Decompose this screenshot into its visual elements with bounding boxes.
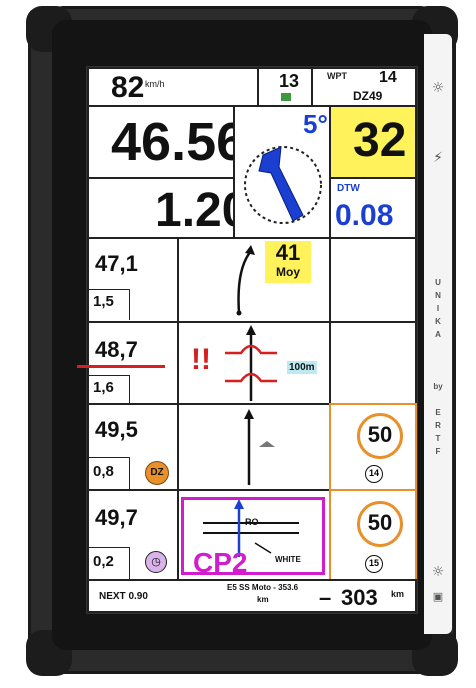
- cap-value: 32: [353, 114, 407, 167]
- checkpoint-label: CP2: [193, 547, 248, 578]
- side-button-strip: ☼ ⚡ UNIKA by ERTF ☼ ▣: [424, 34, 452, 634]
- total-distance-panel: 46.56: [87, 105, 246, 179]
- row-partial: 1,6: [93, 379, 114, 396]
- battery-icon: [281, 93, 291, 101]
- speed-limit-sign: 50: [357, 501, 403, 547]
- sun-brightness-icon[interactable]: ☼: [428, 564, 448, 584]
- cap-number: 13: [279, 71, 300, 91]
- roadbook-row-2-distance[interactable]: 48,7 1,6: [77, 321, 179, 405]
- tulip-left-curve-icon: [236, 245, 255, 316]
- waypoint-number: 14: [365, 465, 383, 483]
- waypoint-number: 15: [365, 555, 383, 573]
- roadbook-row-4-info: 50 15: [329, 489, 417, 581]
- sun-brightness-icon[interactable]: ☼: [428, 80, 448, 100]
- speed-limit-sign: 50: [357, 413, 403, 459]
- roadbook-row-4-tulip: RO CP2 WHITE: [177, 489, 331, 581]
- red-line: [77, 365, 165, 368]
- white-label: WHITE: [275, 555, 301, 564]
- stage-unit: km: [257, 595, 269, 604]
- row-partial: 0,8: [93, 463, 114, 480]
- screen-icon[interactable]: ▣: [428, 590, 448, 610]
- dash-icon: –: [319, 585, 332, 610]
- roadbook-row-3-info: 50 14: [329, 403, 417, 491]
- total-distance: 46.56: [111, 112, 247, 172]
- tulip-bumps-icon: [225, 325, 277, 401]
- row-partial: 0,2: [93, 553, 114, 570]
- remaining-distance: 303: [341, 585, 378, 610]
- dtw-panel: DTW 0.08: [329, 177, 417, 239]
- roadbook-row-1-distance[interactable]: 47,1 1,5: [87, 237, 179, 323]
- bottom-status-bar: NEXT 0.90 E5 SS Moto - 353.6 km – 303 km: [87, 579, 417, 613]
- dtw-label: DTW: [337, 183, 360, 194]
- roadbook-row-1-tulip: 41 Moy: [177, 237, 331, 323]
- next-distance[interactable]: NEXT 0.90: [99, 591, 148, 602]
- cap-panel: 32: [329, 105, 417, 179]
- roadbook-row-1-info: [329, 237, 417, 323]
- roadbook-row-2-info: [329, 321, 417, 405]
- maker-letters: ERTF: [435, 408, 441, 456]
- stage-name: E5 SS Moto - 353.6: [227, 583, 299, 592]
- ro-label: RO: [245, 517, 259, 527]
- row-km: 49,7: [95, 505, 138, 530]
- dtw-value: 0.08: [335, 199, 394, 232]
- dz-badge: DZ: [145, 461, 169, 485]
- roadbook-row-3-distance[interactable]: 49,5 0,8 DZ: [87, 403, 179, 491]
- row-badge: 41 Moy: [265, 241, 311, 283]
- wpt-name: DZ49: [353, 89, 383, 103]
- wpt-number: 14: [379, 69, 397, 86]
- brand-by: by: [433, 382, 443, 391]
- waypoint-panel: WPT 14 DZ49: [311, 67, 417, 107]
- wpt-label: WPT: [327, 71, 347, 81]
- roadbook-row-4-distance[interactable]: 49,7 0,2 ◷: [87, 489, 179, 581]
- speed-value: 82: [111, 71, 145, 104]
- remaining-unit: km: [391, 589, 405, 599]
- roadbook-row-3-tulip: [177, 403, 331, 491]
- tulip-straight-icon: [244, 409, 275, 485]
- partial-distance-panel: 1.20: [87, 177, 248, 239]
- brand-letters: UNIKA: [435, 278, 441, 339]
- row-note: 100m: [287, 361, 317, 374]
- danger-marker: !!: [191, 343, 211, 376]
- speed-panel: 82 km/h: [87, 67, 259, 107]
- clock-icon: ◷: [145, 551, 167, 573]
- roadbook-screen: 82 km/h 13 WPT 14 DZ49 46.56 1.20 5° 32 …: [77, 66, 418, 614]
- bolt-icon[interactable]: ⚡: [428, 150, 448, 170]
- compass-panel: 5°: [233, 105, 331, 239]
- speed-unit: km/h: [145, 79, 165, 89]
- roadbook-row-2-tulip: !! 100m: [177, 321, 331, 405]
- row-partial: 1,5: [93, 293, 114, 310]
- row-km: 49,5: [95, 417, 138, 442]
- compass-arrow-icon: [244, 146, 322, 224]
- row-km: 47,1: [95, 251, 138, 276]
- cap-number-panel: 13: [257, 67, 313, 107]
- row-km: 48,7: [95, 337, 138, 362]
